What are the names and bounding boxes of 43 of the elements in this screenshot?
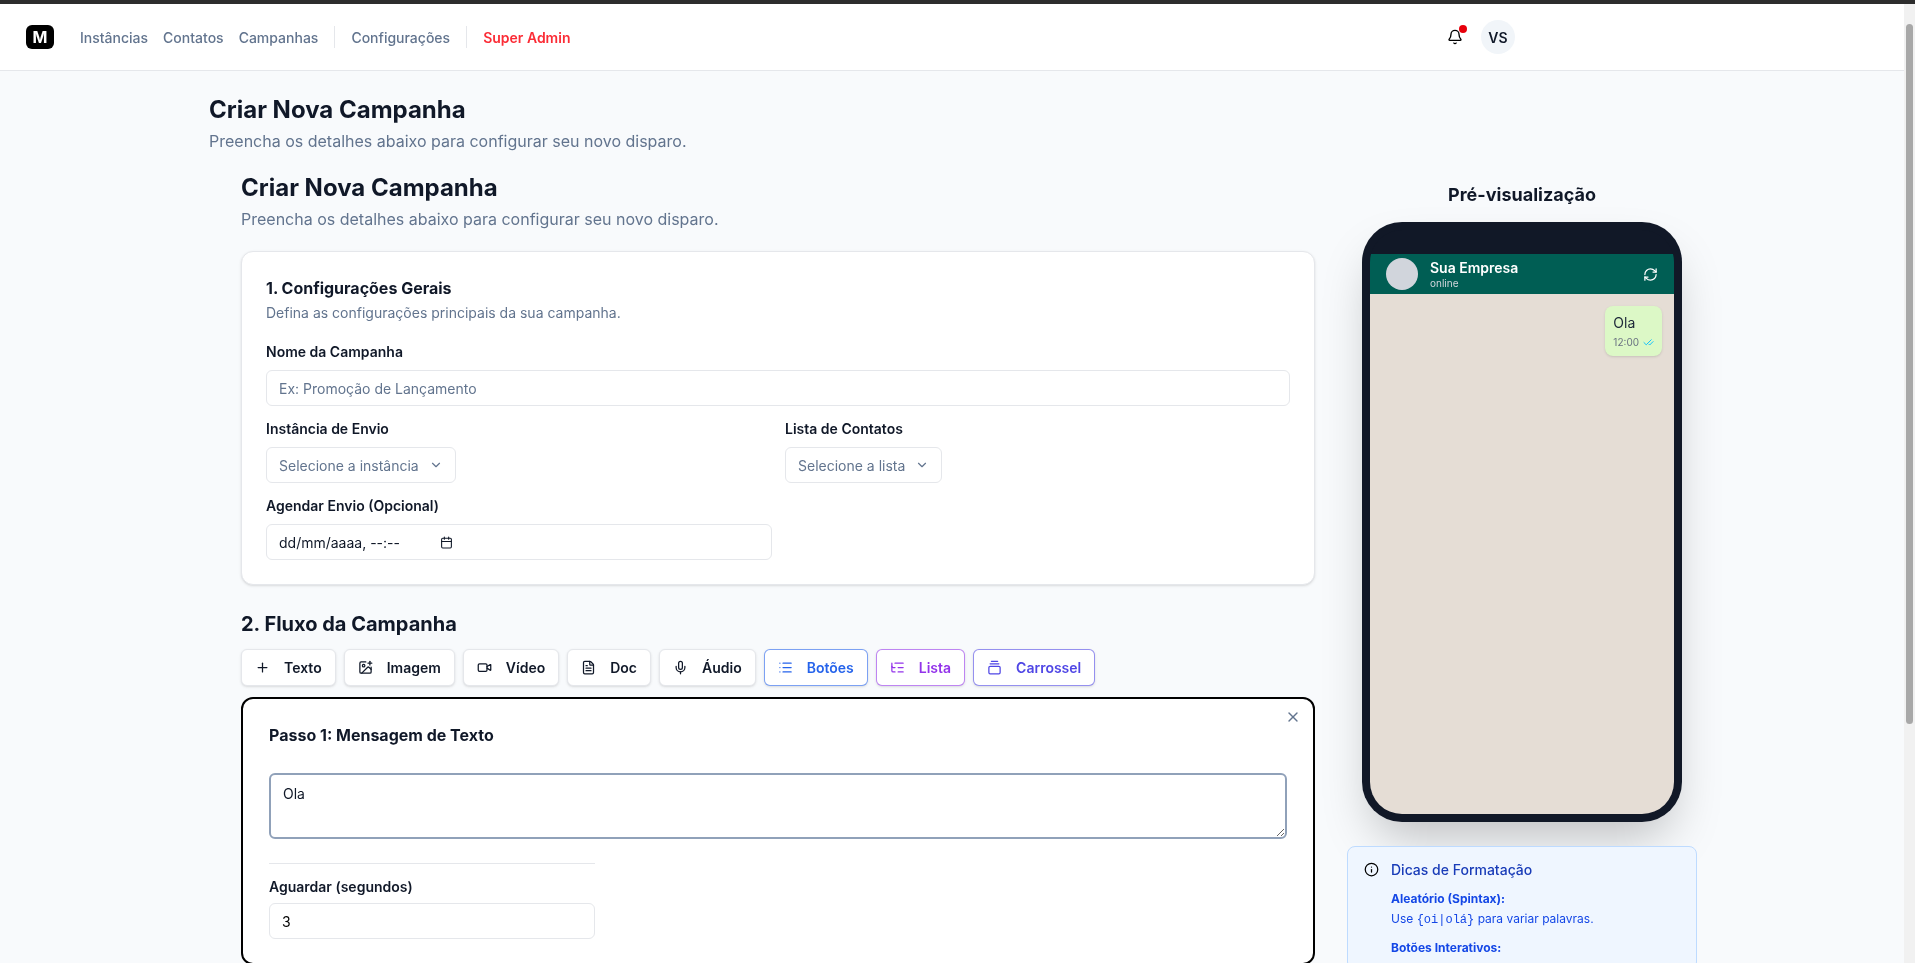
add-step-button[interactable]: Carrossel	[973, 649, 1096, 686]
nav-link[interactable]: Instâncias	[80, 26, 149, 48]
instance-select[interactable]: Selecione a instância	[266, 447, 456, 483]
section-title: 2. Fluxo da Campanha	[241, 611, 458, 638]
user-avatar[interactable]: VS	[1481, 20, 1515, 54]
form-title: Criar Nova Campanha	[241, 173, 499, 203]
field-label: Agendar Envio (Opcional)	[266, 496, 440, 516]
preview-title: Pré-visualização	[1448, 183, 1596, 207]
app-logo[interactable]: M	[26, 25, 54, 49]
tip-text: Use {oi|olá} para variar palavras.	[1391, 910, 1595, 929]
add-step-button[interactable]: Botões	[763, 649, 868, 686]
wait-seconds-input[interactable]: 3	[269, 903, 595, 939]
nav-link[interactable]: Super Admin	[483, 26, 571, 48]
section-title: 1. Configurações Gerais	[266, 277, 453, 300]
tip-heading: Botões Interativos:	[1391, 939, 1503, 957]
message-time: 12:00	[1613, 335, 1639, 350]
nav-link[interactable]: Campanhas	[238, 26, 319, 48]
form-subtitle: Preencha os detalhes abaixo para configurar seu novo disparo.	[241, 208, 720, 231]
tips-title: Dicas de Formatação	[1391, 860, 1533, 880]
add-step-button[interactable]: Vídeo	[462, 649, 560, 686]
contact-status: online	[1430, 276, 1460, 289]
field-label: Aguardar (segundos)	[269, 877, 414, 897]
campaign-name-input[interactable]: Ex: Promoção de Lançamento	[266, 370, 1290, 406]
field-label: Nome da Campanha	[266, 342, 404, 362]
add-step-button[interactable]: Texto	[241, 649, 336, 686]
page-subtitle: Preencha os detalhes abaixo para configurar seu novo disparo.	[209, 130, 688, 153]
schedule-date-input[interactable]: dd/mm/aaaa, --:--	[266, 524, 772, 560]
field-label: Lista de Contatos	[785, 419, 904, 439]
step-title: Passo 1: Mensagem de Texto	[269, 724, 495, 747]
nav-link[interactable]: Contatos	[163, 26, 224, 48]
field-label: Instância de Envio	[266, 419, 390, 439]
message-text: Ola	[1613, 313, 1637, 333]
tip-heading: Aleatório (Spintax):	[1391, 890, 1507, 908]
add-step-button[interactable]: Imagem	[343, 649, 455, 686]
message-textarea[interactable]: Ola	[269, 773, 1287, 839]
page-title: Criar Nova Campanha	[209, 95, 467, 125]
add-step-button[interactable]: Doc	[567, 649, 651, 686]
contact-list-select[interactable]: Selecione a lista	[785, 447, 943, 483]
add-step-button[interactable]: Lista	[875, 649, 966, 686]
nav-link[interactable]: Configurações	[351, 26, 451, 48]
contact-name: Sua Empresa	[1430, 259, 1519, 277]
section-description: Defina as configurações principais da sua campanha.	[266, 303, 622, 323]
add-step-button[interactable]: Áudio	[659, 649, 756, 686]
